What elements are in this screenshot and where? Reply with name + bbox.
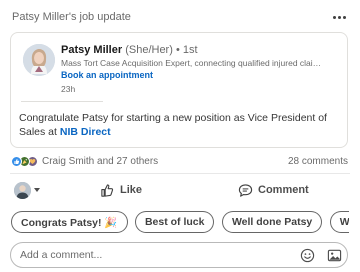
reply-chip-congrats[interactable]: Congrats Patsy! 🎉 [11,211,128,233]
comment-input[interactable] [20,249,290,261]
author-name-row: Patsy Miller (She/Her) • 1st [61,44,337,57]
company-link[interactable]: NIB Direct [60,126,111,138]
author-headline: Mass Tort Case Acquisition Expert, conne… [61,58,323,68]
book-appointment-link[interactable]: Book an appointment [61,69,337,81]
comment-icon [238,183,253,197]
reaction-count-text[interactable]: Craig Smith and 27 others [42,156,158,167]
connection-degree: • 1st [175,44,198,56]
card-header: Patsy Miller's job update [12,9,350,25]
author-avatar[interactable] [23,44,55,76]
job-update-card: Patsy Miller's job update Patsy Miller (… [0,0,360,272]
post-divider [21,101,103,102]
reply-chip-what-an[interactable]: What an ac [329,211,349,233]
like-button[interactable]: Like [100,179,142,201]
author-name[interactable]: Patsy Miller [61,44,122,56]
reply-chip-best-of-luck[interactable]: Best of luck [134,211,215,233]
comment-label: Comment [258,184,309,196]
post-timestamp: 23h [61,84,76,94]
like-label: Like [120,184,143,196]
author-pronouns: (She/Her) [125,44,173,56]
image-icon[interactable] [327,248,342,263]
social-counts: Craig Smith and 27 others 28 comments [11,154,348,168]
thumbs-up-icon [101,183,114,197]
comment-composer [10,242,348,268]
reactions-summary[interactable]: Craig Smith and 27 others [11,155,158,167]
actions-divider [10,173,350,174]
actor-selector[interactable] [10,181,50,199]
action-bar: Like Comment [10,178,350,202]
author-info: Patsy Miller (She/Her) • 1st Mass Tort C… [61,44,337,95]
emoji-icon[interactable] [300,248,315,263]
chevron-down-icon [34,188,40,192]
embedded-post[interactable]: Patsy Miller (She/Her) • 1st Mass Tort C… [10,32,348,148]
like-icon [11,155,22,167]
post-body: Congratulate Patsy for starting a new po… [19,111,339,139]
more-options-icon[interactable] [328,9,350,25]
comments-count[interactable]: 28 comments [288,156,348,167]
card-title: Patsy Miller's job update [12,11,131,23]
reply-chip-well-done[interactable]: Well done Patsy [221,211,323,233]
comment-button[interactable]: Comment [238,179,309,201]
suggested-replies: Congrats Patsy! 🎉 Best of luck Well done… [11,211,349,235]
actor-avatar [14,181,31,199]
